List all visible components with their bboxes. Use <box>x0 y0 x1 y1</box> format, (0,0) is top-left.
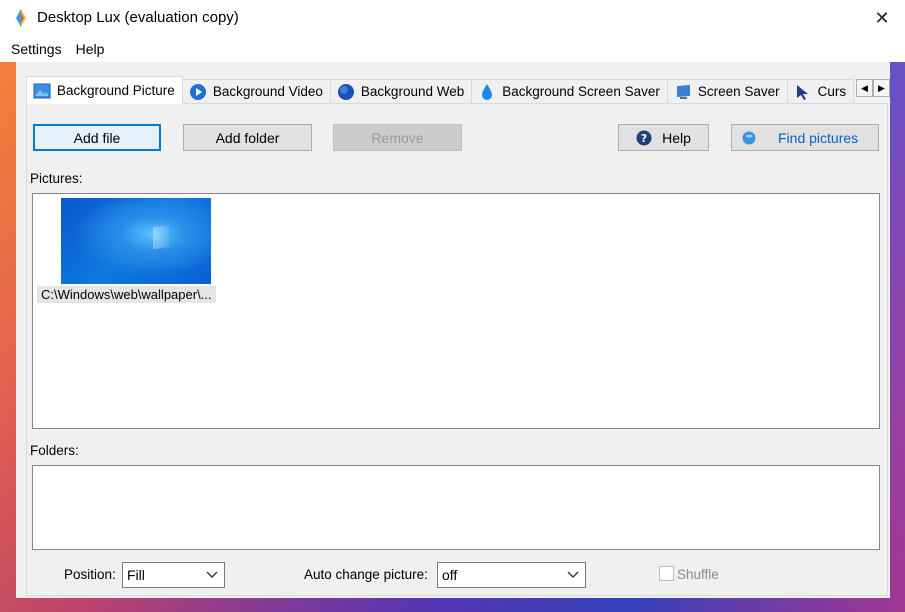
position-select[interactable]: Fill <box>122 562 225 588</box>
chevron-down-icon <box>567 571 579 578</box>
menu-help[interactable]: Help <box>69 36 112 62</box>
add-folder-label: Add folder <box>215 129 280 146</box>
shuffle-label: Shuffle <box>677 567 719 582</box>
tab-background-picture[interactable]: Background Picture <box>26 76 183 104</box>
main-window-client: Background Picture Background Video Back… <box>16 62 890 598</box>
chevron-left-icon: ◀ <box>861 82 868 93</box>
tab-strip: Background Picture Background Video Back… <box>26 76 890 104</box>
find-pictures-button[interactable]: Find pictures <box>731 124 879 151</box>
tab-cursor[interactable]: Curs <box>787 79 854 103</box>
water-drop-icon <box>478 83 496 101</box>
tab-scroll-buttons: ◀ ▶ <box>856 79 890 97</box>
picture-item[interactable]: C:\Windows\web\wallpaper\... <box>33 194 243 310</box>
menu-bar: Settings Help <box>0 36 905 62</box>
tab-label: Background Video <box>212 84 323 99</box>
pictures-list[interactable]: C:\Windows\web\wallpaper\... <box>32 193 880 429</box>
tab-scroll-left-button[interactable]: ◀ <box>856 79 873 97</box>
tab-label: Background Screen Saver <box>502 84 660 99</box>
auto-change-select[interactable]: off <box>437 562 586 588</box>
app-logo-icon <box>16 9 26 27</box>
add-folder-button[interactable]: Add folder <box>183 124 312 151</box>
find-pictures-label: Find pictures <box>778 129 859 146</box>
svg-text:?: ? <box>641 132 647 145</box>
picture-thumbnail <box>61 198 211 284</box>
auto-change-value: off <box>442 567 458 583</box>
shuffle-checkbox[interactable] <box>659 566 674 581</box>
help-button[interactable]: ? Help <box>618 124 709 151</box>
help-question-icon: ? <box>636 130 652 145</box>
folders-list[interactable] <box>32 465 880 550</box>
tab-label: Screen Saver <box>697 84 780 99</box>
globe-icon <box>337 83 355 101</box>
tab-label: Curs <box>817 84 847 99</box>
close-button[interactable]: ✕ <box>859 0 905 36</box>
close-icon: ✕ <box>874 7 890 28</box>
tab-label: Background Picture <box>57 83 175 98</box>
chevron-right-icon: ▶ <box>878 82 885 93</box>
picture-caption: C:\Windows\web\wallpaper\... <box>37 286 216 303</box>
position-value: Fill <box>127 567 145 583</box>
cursor-arrow-icon <box>794 83 812 101</box>
help-label: Help <box>662 129 691 146</box>
auto-change-label: Auto change picture: <box>304 567 428 582</box>
pictures-label: Pictures: <box>30 171 83 186</box>
folders-label: Folders: <box>30 443 79 458</box>
add-file-label: Add file <box>73 129 121 146</box>
play-video-icon <box>189 83 207 101</box>
tab-scroll-right-button[interactable]: ▶ <box>873 79 890 97</box>
tab-label: Background Web <box>360 84 465 99</box>
remove-label: Remove <box>371 129 424 146</box>
add-file-button[interactable]: Add file <box>33 124 161 151</box>
menu-settings[interactable]: Settings <box>4 36 69 62</box>
picture-icon <box>33 82 51 100</box>
tab-background-web[interactable]: Background Web <box>330 79 473 103</box>
position-label: Position: <box>64 567 116 582</box>
tab-background-video[interactable]: Background Video <box>182 79 331 103</box>
tab-background-screen-saver[interactable]: Background Screen Saver <box>472 79 668 103</box>
remove-button[interactable]: Remove <box>333 124 462 151</box>
monitor-icon <box>674 83 692 101</box>
window-title: Desktop Lux (evaluation copy) <box>37 9 239 26</box>
chevron-down-icon <box>206 571 218 578</box>
tab-screen-saver[interactable]: Screen Saver <box>667 79 788 103</box>
background-picture-panel: Add file Add folder Remove ? Help Find p… <box>26 103 888 596</box>
title-bar: Desktop Lux (evaluation copy) ✕ <box>0 0 905 36</box>
globe-icon <box>742 131 756 144</box>
